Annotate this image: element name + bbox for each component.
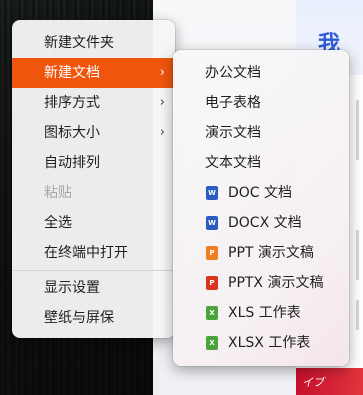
menu-item-label: 全选 [44, 215, 72, 231]
menu-item-auto-arrange[interactable]: 自动排列 [12, 148, 175, 178]
submenu-item-xls[interactable]: X XLS 工作表 [173, 298, 349, 328]
menu-item-label: 壁纸与屏保 [44, 310, 114, 326]
chevron-right-icon: › [159, 65, 165, 80]
submenu-item-label: 电子表格 [205, 95, 261, 111]
submenu-item-spreadsheet[interactable]: 电子表格 [173, 88, 349, 118]
word-doc-icon: W [206, 186, 218, 200]
submenu-item-office-document[interactable]: 办公文档 [173, 58, 349, 88]
spreadsheet-xlsx-icon: X [206, 336, 218, 350]
menu-item-label: 新建文档 [44, 65, 100, 81]
menu-item-sort-by[interactable]: 排序方式 › [12, 88, 175, 118]
new-document-submenu: 办公文档 电子表格 演示文档 文本文档 W DOC 文档 W DOCX 文档 P… [173, 50, 349, 366]
submenu-item-label: PPT 演示文稿 [228, 245, 314, 261]
menu-item-label: 排序方式 [44, 95, 100, 111]
presentation-ppt-icon: P [206, 246, 218, 260]
menu-item-select-all[interactable]: 全选 [12, 208, 175, 238]
menu-item-label: 自动排列 [44, 155, 100, 171]
submenu-item-label: XLS 工作表 [228, 305, 301, 321]
chevron-right-icon: › [159, 95, 165, 110]
submenu-item-ppt[interactable]: P PPT 演示文稿 [173, 238, 349, 268]
menu-item-open-in-terminal[interactable]: 在终端中打开 [12, 238, 175, 268]
menu-item-wallpaper-screensaver[interactable]: 壁纸与屏保 [12, 303, 175, 333]
powerpoint-pptx-icon: P [206, 276, 218, 290]
background-divider [356, 230, 359, 280]
menu-item-label: 在终端中打开 [44, 245, 128, 261]
background-divider [356, 100, 359, 160]
menu-item-new-folder[interactable]: 新建文件夹 [12, 28, 175, 58]
chevron-right-icon: › [159, 125, 165, 140]
desktop-context-menu: 新建文件夹 新建文档 › 排序方式 › 图标大小 › 自动排列 粘贴 全选 在终… [12, 20, 175, 338]
submenu-item-label: 文本文档 [205, 155, 261, 171]
submenu-item-label: DOCX 文档 [228, 215, 302, 231]
menu-item-label: 新建文件夹 [44, 35, 114, 51]
submenu-item-pptx[interactable]: P PPTX 演示文稿 [173, 268, 349, 298]
background-red-banner: イブ [296, 368, 363, 395]
submenu-item-label: 办公文档 [205, 65, 261, 81]
background-divider [356, 300, 359, 330]
submenu-item-label: DOC 文档 [228, 185, 293, 201]
submenu-item-presentation[interactable]: 演示文档 [173, 118, 349, 148]
menu-item-paste: 粘贴 [12, 178, 175, 208]
submenu-item-docx[interactable]: W DOCX 文档 [173, 208, 349, 238]
menu-item-new-document[interactable]: 新建文档 › [12, 58, 175, 88]
submenu-item-text-document[interactable]: 文本文档 [173, 148, 349, 178]
menu-separator [12, 270, 175, 271]
word-docx-icon: W [206, 216, 218, 230]
menu-item-icon-size[interactable]: 图标大小 › [12, 118, 175, 148]
spreadsheet-xls-icon: X [206, 306, 218, 320]
submenu-item-label: PPTX 演示文稿 [228, 275, 324, 291]
menu-item-label: 显示设置 [44, 280, 100, 296]
menu-item-label: 图标大小 [44, 125, 100, 141]
submenu-item-doc[interactable]: W DOC 文档 [173, 178, 349, 208]
background-red-banner-text: イブ [302, 376, 324, 389]
submenu-item-xlsx[interactable]: X XLSX 工作表 [173, 328, 349, 358]
menu-item-label: 粘贴 [44, 185, 72, 201]
menu-item-display-settings[interactable]: 显示设置 [12, 273, 175, 303]
submenu-item-label: 演示文档 [205, 125, 261, 141]
submenu-item-label: XLSX 工作表 [228, 335, 311, 351]
